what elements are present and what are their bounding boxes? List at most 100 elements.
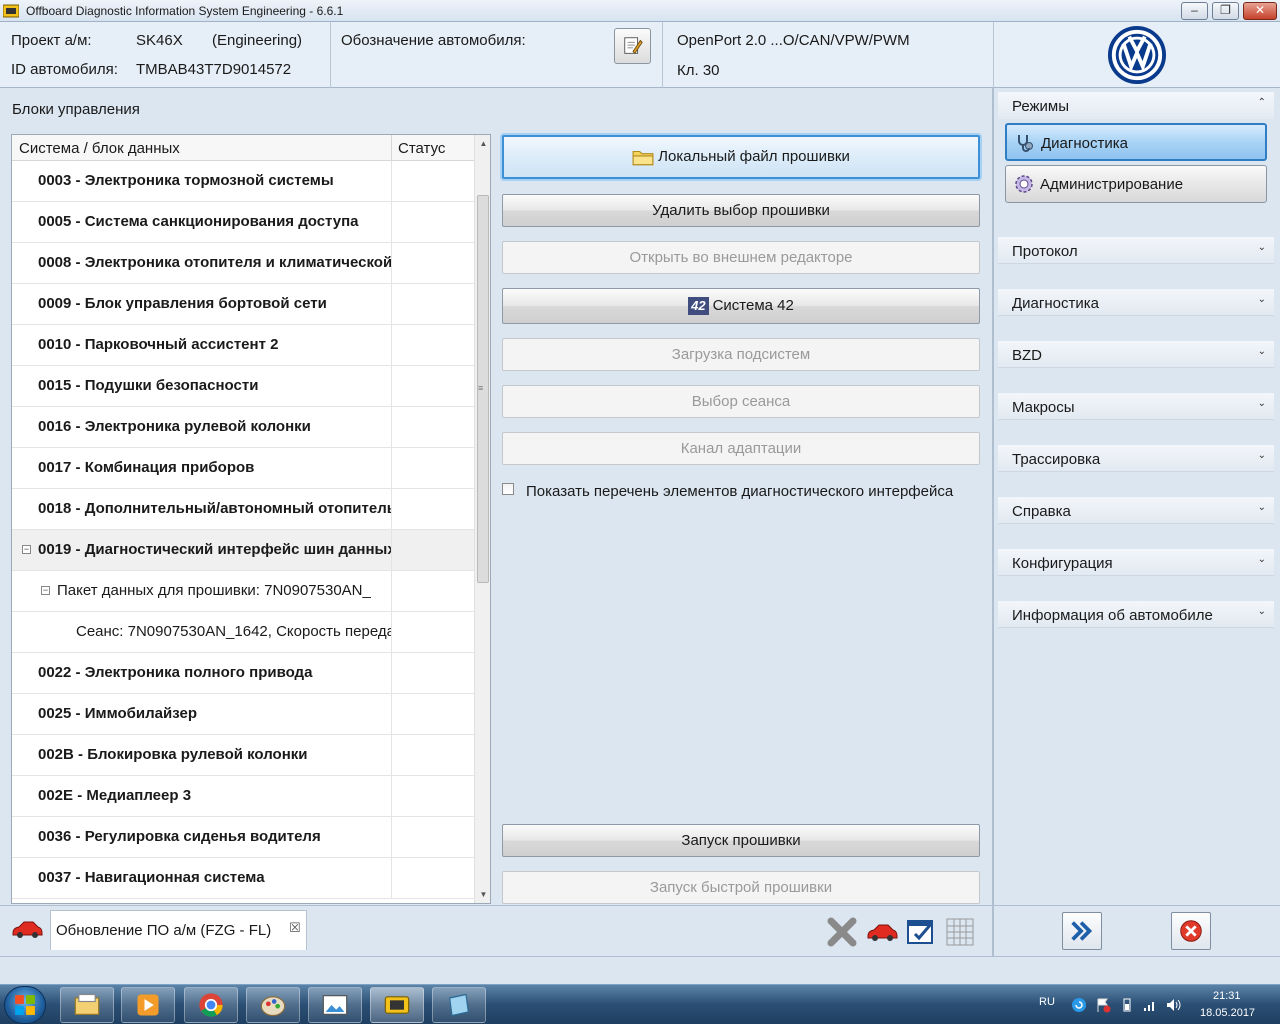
tree-row[interactable]: 0018 - Дополнительный/автономный отопите… [12,489,474,530]
show-interface-elements-checkbox[interactable] [502,483,514,495]
collapse-minus-icon[interactable]: − [22,545,31,554]
car-icon[interactable] [866,921,898,943]
section-tracing-label: Трассировка [1012,451,1101,468]
tree-row[interactable]: Сеанс: 7N0907530AN_1642, Скорость переда… [12,612,474,653]
tree-row[interactable]: − Пакет данных для прошивки: 7N0907530AN_ [12,571,474,612]
folder-icon [632,150,654,166]
vehicle-designation-label: Обозначение автомобиля: [341,32,526,49]
exit-button[interactable] [1171,912,1211,950]
settings-gear-icon [1015,175,1033,193]
window-titlebar: Offboard Diagnostic Information System E… [0,0,1280,22]
adaptation-channel-button[interactable]: Канал адаптации [502,432,980,465]
action-center-flag-icon[interactable] [1095,997,1111,1013]
taskbar-tablet[interactable] [432,987,486,1023]
taskbar-chrome[interactable] [184,987,238,1023]
tree-row[interactable]: 0022 - Электроника полного привода [12,653,474,694]
mode-diagnostics-button[interactable]: Диагностика [1005,123,1267,161]
tree-row[interactable]: 0036 - Регулировка сиденья водителя [12,817,474,858]
project-value: SK46X [136,32,183,49]
car-icon[interactable] [11,919,43,939]
tree-row[interactable]: 0008 - Электроника отопителя и климатиче… [12,243,474,284]
maximize-button[interactable]: ❐ [1212,2,1239,20]
tree-row[interactable]: 0025 - Иммобилайзер [12,694,474,735]
delete-flash-selection-button[interactable]: Удалить выбор прошивки [502,194,980,227]
tree-row[interactable]: 0005 - Система санкционирования доступа [12,202,474,243]
scroll-up-arrow-icon[interactable]: ▲ [475,135,490,152]
close-window-button[interactable]: ✕ [1243,2,1277,20]
language-indicator[interactable]: RU [1039,996,1055,1008]
start-quick-flash-button[interactable]: Запуск быстрой прошивки [502,871,980,904]
tree-header: Система / блок данных Статус [12,135,474,161]
close-tab-icon[interactable]: ☒ [289,920,301,936]
section-diagnostics[interactable]: Диагностика ⌄ [998,289,1274,316]
expand-down-icon: ⌄ [1257,242,1266,253]
expand-down-icon: ⌄ [1257,606,1266,617]
section-bzd[interactable]: BZD ⌄ [998,341,1274,368]
collapse-up-icon[interactable]: ⌃ [1258,97,1266,108]
volume-icon[interactable] [1165,997,1181,1013]
clock-time[interactable]: 21:31 [1213,990,1241,1002]
section-macros[interactable]: Макросы ⌄ [998,393,1274,420]
tree-scrollbar[interactable]: ▲ ≡ ▼ [474,135,490,903]
tree-row[interactable]: 0010 - Парковочный ассистент 2 [12,325,474,366]
taskbar-paint[interactable] [246,987,300,1023]
interface-info: OpenPort 2.0 ...O/CAN/VPW/PWM Кл. 30 [663,22,994,88]
section-protocol[interactable]: Протокол ⌄ [998,237,1274,264]
tree-row[interactable]: 0015 - Подушки безопасности [12,366,474,407]
vehicle-header: Проект а/м: SK46X (Engineering) ID автом… [0,22,1280,88]
odis-app-icon [3,4,19,18]
expand-down-icon: ⌄ [1257,398,1266,409]
control-units-tree[interactable]: Система / блок данных Статус 0003 - Элек… [11,134,491,904]
section-help[interactable]: Справка ⌄ [998,497,1274,524]
system42-label: Система 42 [712,297,794,314]
tree-row[interactable]: 0017 - Комбинация приборов [12,448,474,489]
battery-icon[interactable] [1119,997,1135,1013]
section-vehicle-info[interactable]: Информация об автомобиле ⌄ [998,601,1274,628]
section-bzd-label: BZD [1012,347,1042,364]
edit-designation-button[interactable] [614,28,651,64]
tree-row-label: 0008 - Электроника отопителя и климатиче… [38,254,392,271]
grid-table-icon[interactable] [945,917,975,947]
tree-rows: 0003 - Электроника тормозной системы 0005… [12,161,474,899]
start-flash-button[interactable]: Запуск прошивки [502,824,980,857]
forward-button[interactable] [1062,912,1102,950]
taskbar-photos[interactable] [308,987,362,1023]
tree-row[interactable]: 0003 - Электроника тормозной системы [12,161,474,202]
status-cell [391,776,392,816]
tree-row[interactable]: 002B - Блокировка рулевой колонки [12,735,474,776]
load-subsystems-button[interactable]: Загрузка подсистем [502,338,980,371]
taskbar-odis[interactable] [370,987,424,1023]
section-tracing[interactable]: Трассировка ⌄ [998,445,1274,472]
expand-down-icon: ⌄ [1257,554,1266,565]
minimize-button[interactable]: ‒ [1181,2,1208,20]
start-button[interactable] [4,986,46,1024]
checked-window-icon[interactable] [905,917,937,947]
section-help-label: Справка [1012,503,1071,520]
network-signal-icon[interactable] [1142,997,1158,1013]
scroll-down-arrow-icon[interactable]: ▼ [475,886,490,903]
modes-header[interactable]: Режимы ⌃ [998,92,1274,119]
local-flash-file-button[interactable]: Локальный файл прошивки [502,135,980,179]
tree-row[interactable]: 002E - Медиаплеер 3 [12,776,474,817]
column-header-status[interactable]: Статус [398,140,445,157]
taskbar-media-player[interactable] [121,987,175,1023]
open-external-editor-button[interactable]: Открыть во внешнем редакторе [502,241,980,274]
tree-row[interactable]: −0019 - Диагностический интерфейс шин да… [12,530,474,571]
tab-software-update[interactable]: Обновление ПО а/м (FZG - FL) ☒ [50,910,307,950]
collapse-minus-icon[interactable]: − [41,586,50,595]
system42-button[interactable]: 42 Система 42 [502,288,980,324]
column-header-system[interactable]: Система / блок данных [19,140,180,157]
panel-divider [992,88,994,956]
taskbar-explorer[interactable] [60,987,114,1023]
select-session-button[interactable]: Выбор сеанса [502,385,980,418]
tree-row[interactable]: 0037 - Навигационная система [12,858,474,899]
section-configuration[interactable]: Конфигурация ⌄ [998,549,1274,576]
clock-date[interactable]: 18.05.2017 [1200,1007,1255,1019]
tree-row[interactable]: 0009 - Блок управления бортовой сети [12,284,474,325]
tablet-icon [449,993,469,1017]
tree-row[interactable]: 0016 - Электроника рулевой колонки [12,407,474,448]
update-tray-icon[interactable] [1071,997,1087,1013]
mode-administration-button[interactable]: Администрирование [1005,165,1267,203]
mode-administration-label: Администрирование [1040,176,1184,193]
cancel-x-icon[interactable] [827,917,857,947]
